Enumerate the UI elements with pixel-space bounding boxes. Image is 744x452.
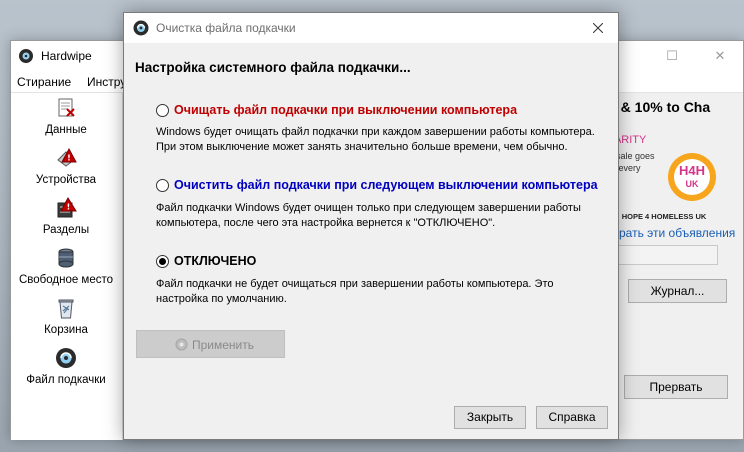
close-icon[interactable]: ✕ <box>697 41 743 71</box>
dialog-heading: Настройка системного файла подкачки... <box>135 60 411 75</box>
sidebar-item-pagefile[interactable]: Файл подкачки <box>11 347 123 397</box>
sidebar-item-partitions[interactable]: ! Разделы <box>11 197 123 247</box>
option-description-line: настройка по умолчанию. <box>156 292 287 305</box>
pagefile-app-icon <box>133 20 149 36</box>
radio-button[interactable] <box>156 104 169 117</box>
main-window-title: Hardwipe <box>41 49 92 63</box>
option-description-line: При этом выключение может занять значите… <box>156 140 568 153</box>
menu-item-tools[interactable]: Инстру <box>87 75 126 89</box>
recycle-bin-icon <box>58 299 74 319</box>
partitions-icon: ! <box>57 197 77 218</box>
sidebar-item-label: Данные <box>45 124 87 136</box>
apply-button-label: Применить <box>192 338 255 352</box>
devices-icon: ! <box>57 147 77 167</box>
close-button[interactable]: Закрыть <box>454 406 526 429</box>
option-description: Файл подкачки Windows будет очищен тольк… <box>156 201 606 230</box>
menu-item-wipe[interactable]: Стирание <box>17 75 71 89</box>
apply-icon <box>175 338 188 351</box>
main-sidebar: Данные ! Устройства ! Разделы Свободное … <box>11 93 123 440</box>
radio-option-label[interactable]: Очищать файл подкачки при выключении ком… <box>174 103 517 117</box>
svg-text:!: ! <box>67 203 71 212</box>
pagefile-icon <box>56 348 76 368</box>
dialog-titlebar: Очистка файла подкачки <box>124 13 618 43</box>
sidebar-item-free-space[interactable]: Свободное место <box>11 247 123 297</box>
free-space-icon <box>58 248 74 268</box>
dialog-close-button[interactable] <box>578 13 618 43</box>
option-description: Windows будет очищать файл подкачки при … <box>156 125 606 154</box>
option-description-line: Windows будет очищать файл подкачки при … <box>156 126 595 138</box>
ad-badge-sub: UK <box>686 179 699 189</box>
sidebar-item-label: Устройства <box>35 174 97 186</box>
svg-text:!: ! <box>67 154 71 163</box>
abort-button[interactable]: Прервать <box>624 375 728 399</box>
dialog-title: Очистка файла подкачки <box>156 21 296 35</box>
option-description: Файл подкачки не будет очищаться при зав… <box>156 277 606 306</box>
radio-button-checked[interactable] <box>156 255 169 268</box>
option-description-line: Файл подкачки не будет очищаться при зав… <box>156 278 554 290</box>
ad-banner-text[interactable]: y & 10% to Cha <box>609 99 710 115</box>
ad-charity-line1: sale goes <box>616 151 655 161</box>
sidebar-item-devices[interactable]: ! Устройства <box>11 147 123 197</box>
ad-brand: HOPE 4 HOMELESS UK <box>622 212 707 221</box>
charity-ad-image[interactable]: HARITY sale goes re every H4H UK HOPE 4 … <box>606 129 724 239</box>
radio-button[interactable] <box>156 179 169 192</box>
data-wipe-icon <box>58 98 75 117</box>
maximize-icon[interactable]: ☐ <box>649 41 695 71</box>
option-description-line: Файл подкачки Windows будет очищен тольк… <box>156 202 581 214</box>
sidebar-item-label: Корзина <box>44 324 88 336</box>
sidebar-item-data[interactable]: Данные <box>11 97 123 147</box>
option-description-line: компьютера, после чего эта настройка вер… <box>156 216 496 229</box>
journal-button[interactable]: Журнал... <box>628 279 727 303</box>
hardwipe-app-icon <box>19 49 33 63</box>
sidebar-item-recycle-bin[interactable]: Корзина <box>11 297 123 347</box>
close-icon <box>593 23 603 33</box>
radio-option-label[interactable]: Очистить файл подкачки при следующем вык… <box>174 178 598 192</box>
radio-option-label[interactable]: ОТКЛЮЧЕНО <box>174 254 256 268</box>
apply-button[interactable]: Применить <box>136 330 285 358</box>
ad-badge-text: H4H <box>679 163 705 178</box>
ad-hide-link[interactable]: рать эти объявления <box>619 226 735 240</box>
help-button[interactable]: Справка <box>536 406 608 429</box>
sidebar-item-label: Файл подкачки <box>26 374 106 386</box>
pagefile-wipe-dialog: Очистка файла подкачки Настройка системн… <box>123 12 619 440</box>
sidebar-item-label: Свободное место <box>18 274 114 286</box>
sidebar-item-label: Разделы <box>42 224 90 236</box>
status-field <box>618 245 718 265</box>
